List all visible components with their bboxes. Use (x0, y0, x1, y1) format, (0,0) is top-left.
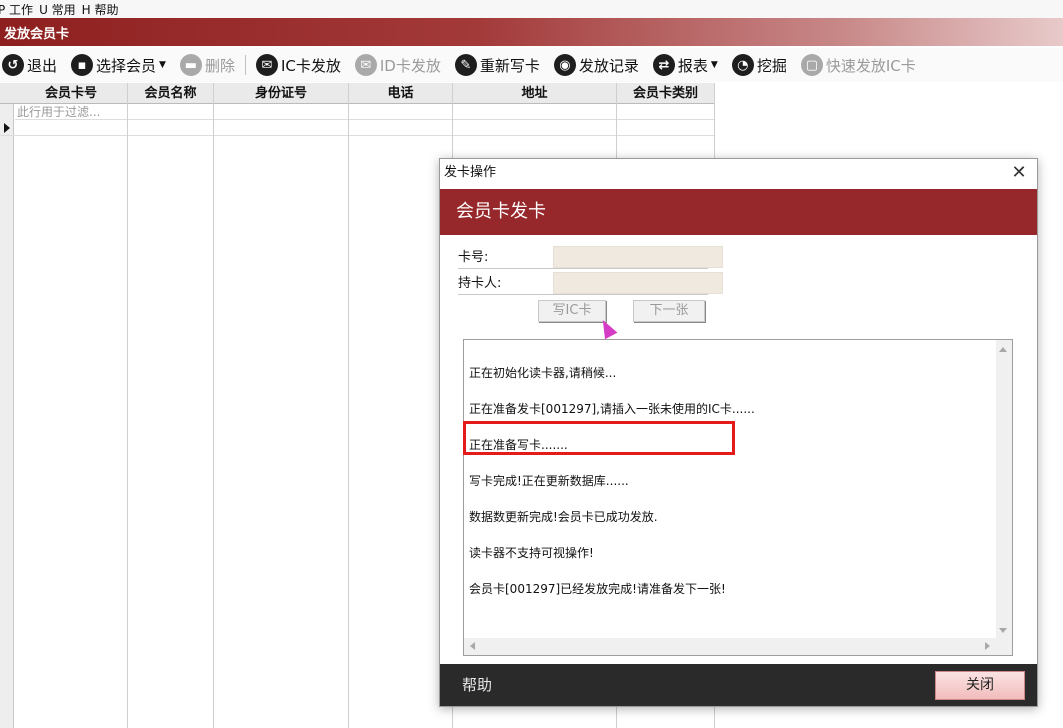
card-icon: ▢ (800, 54, 823, 76)
highlight-box (463, 421, 735, 455)
toolbar: ↺ 退出 ▪ 选择会员 ▼ ▬ 删除 ✉ IC卡发放 ✉ ID卡发放 ✎ 重新写卡 ◉ 发放记录 ⇄ 报表 ▼ ◔ 挖… (0, 48, 1063, 82)
card-no-label: 卡号: (458, 250, 489, 265)
column-header-member-name[interactable]: 会员名称 (128, 83, 214, 104)
horizontal-scrollbar[interactable] (464, 638, 1012, 655)
chevron-down-icon: ▼ (710, 60, 718, 70)
grid-filter-row[interactable]: 此行用于过滤... (15, 104, 715, 120)
toolbar-separator (244, 55, 246, 75)
mail-icon: ✉ (255, 54, 278, 76)
report-icon: ⇄ (652, 54, 675, 76)
issue-card-dialog: 发卡操作 ✕ 会员卡发卡 卡号: 持卡人: 写IC卡 下一张 正在初始化读卡器,… (439, 158, 1038, 707)
holder-label: 持卡人: (458, 276, 502, 291)
toolbar-button-8[interactable]: ◔ 挖掘 (731, 54, 787, 76)
write-ic-card-button[interactable]: 写IC卡 (538, 300, 606, 322)
toolbar-button-3[interactable]: ✉ IC卡发放 (255, 54, 341, 76)
column-header-id-number[interactable]: 身份证号 (214, 83, 349, 104)
row-indicator-column (0, 104, 14, 728)
toolbar-button-label: 退出 (27, 56, 58, 75)
trash-icon: ▬ (179, 54, 202, 76)
document-icon: ▪ (71, 54, 94, 76)
log-text: 正在初始化读卡器,请稍候... 正在准备发卡[001297],请插入一张未使用的… (469, 343, 755, 619)
toolbar-button-1[interactable]: ▪ 选择会员 ▼ (71, 54, 166, 76)
column-divider (213, 83, 214, 728)
card-no-field[interactable] (553, 246, 723, 268)
next-card-button[interactable]: 下一张 (633, 300, 705, 322)
eye-icon: ◉ (553, 54, 576, 76)
menu-bar: P 工作 U 常用 H 帮助 (0, 0, 1063, 18)
grid-header: 会员卡号 会员名称 身份证号 电话 地址 会员卡类别 (0, 83, 715, 104)
toolbar-button-label: 重新写卡 (479, 56, 540, 75)
column-header-address[interactable]: 地址 (453, 83, 617, 104)
table-row[interactable] (0, 120, 715, 136)
chart-icon: ◔ (731, 54, 754, 76)
help-link[interactable]: 帮助 (462, 676, 492, 694)
toolbar-button-9[interactable]: ▢ 快速发放IC卡 (800, 54, 916, 76)
toolbar-button-label: 快速发放IC卡 (825, 56, 916, 75)
toolbar-button-4[interactable]: ✉ ID卡发放 (354, 54, 441, 76)
toolbar-button-label: ID卡发放 (379, 56, 441, 75)
column-divider (348, 83, 349, 728)
column-header-card-type[interactable]: 会员卡类别 (617, 83, 715, 104)
menu-help[interactable]: H 帮助 (82, 1, 125, 18)
toolbar-button-label: 发放记录 (578, 56, 639, 75)
scroll-up-icon[interactable] (999, 347, 1007, 352)
column-divider (127, 83, 128, 728)
exit-icon: ↺ (2, 54, 24, 76)
scroll-right-icon[interactable] (985, 642, 990, 650)
toolbar-button-label: 挖掘 (756, 56, 787, 75)
toolbar-button-label: 选择会员 (96, 56, 157, 75)
column-header-card-no[interactable]: 会员卡号 (15, 83, 128, 104)
holder-row: 持卡人: (458, 272, 723, 295)
log-line: 数据数更新完成!会员卡已成功发放. (469, 510, 658, 524)
window-title: 发放会员卡 (4, 26, 70, 42)
close-button[interactable]: 关闭 (935, 671, 1025, 700)
scroll-left-icon[interactable] (470, 642, 475, 650)
window-title-bar: 发放会员卡 (0, 18, 1063, 46)
toolbar-button-label: 删除 (204, 56, 235, 75)
close-icon[interactable]: ✕ (1009, 163, 1029, 183)
menu-work[interactable]: P 工作 (0, 1, 39, 18)
log-line: 会员卡[001297]已经发放完成!请准备发下一张! (469, 582, 726, 596)
toolbar-button-6[interactable]: ◉ 发放记录 (553, 54, 639, 76)
dialog-title: 发卡操作 (440, 159, 1037, 187)
toolbar-button-label: 报表 (677, 56, 708, 75)
card-no-row: 卡号: (458, 246, 723, 269)
menu-common[interactable]: U 常用 (39, 1, 82, 18)
log-line: 正在准备发卡[001297],请插入一张未使用的IC卡...... (469, 402, 755, 416)
toolbar-button-2[interactable]: ▬ 删除 (179, 54, 235, 76)
toolbar-button-5[interactable]: ✎ 重新写卡 (454, 54, 540, 76)
log-line: 写卡完成!正在更新数据库...... (469, 474, 629, 488)
chevron-down-icon: ▼ (159, 60, 166, 70)
toolbar-button-0[interactable]: ↺ 退出 (2, 54, 57, 76)
holder-field[interactable] (553, 272, 723, 294)
column-header-phone[interactable]: 电话 (349, 83, 453, 104)
dialog-header: 会员卡发卡 (440, 189, 1037, 235)
rewrite-icon: ✎ (454, 54, 477, 76)
toolbar-button-label: IC卡发放 (280, 56, 341, 75)
log-line: 正在初始化读卡器,请稍候... (469, 366, 617, 380)
log-line: 读卡器不支持可视操作! (469, 546, 594, 560)
dialog-footer: 帮助 关闭 (440, 664, 1037, 706)
log-textarea[interactable]: 正在初始化读卡器,请稍候... 正在准备发卡[001297],请插入一张未使用的… (463, 339, 1013, 656)
vertical-scrollbar[interactable] (996, 340, 1012, 638)
scroll-down-icon[interactable] (999, 628, 1007, 633)
mail-icon: ✉ (354, 54, 377, 76)
toolbar-button-7[interactable]: ⇄ 报表 ▼ (652, 54, 718, 76)
